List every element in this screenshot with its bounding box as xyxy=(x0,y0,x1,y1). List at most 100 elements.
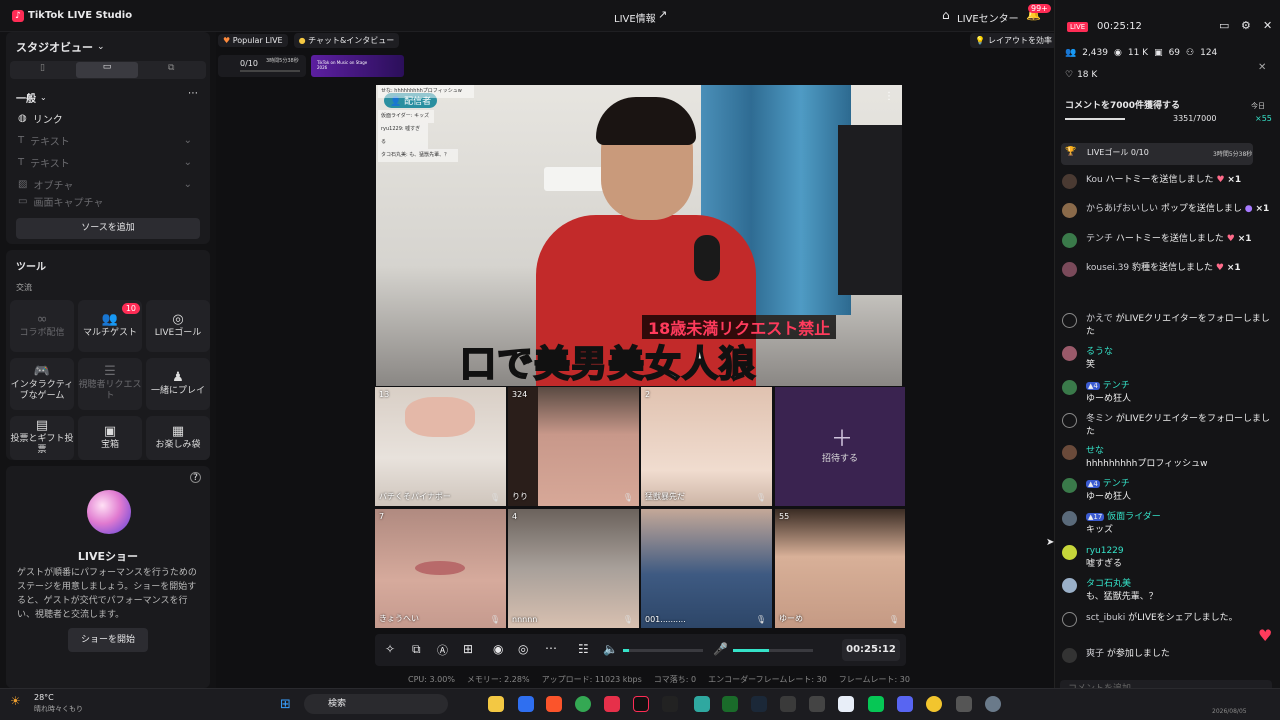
mic-muted-icon[interactable]: 🎙 xyxy=(889,615,899,624)
guest-cell[interactable]: 7 きょうへい 🎙 xyxy=(375,509,506,628)
live-center-link[interactable]: LIVEセンター xyxy=(957,10,1019,25)
home-icon[interactable]: ⌂ xyxy=(942,8,950,22)
app-icon[interactable] xyxy=(694,696,710,712)
split-view-icon[interactable]: ⧉ xyxy=(168,63,174,73)
host-more-icon[interactable]: ⋮ xyxy=(884,91,894,102)
mic-muted-icon[interactable]: 🎙 xyxy=(756,615,766,624)
music-banner[interactable]: TikTok on Music on Stage 2026 xyxy=(311,55,404,77)
poll-tile[interactable]: ▤ 投票とギフト投票 xyxy=(10,416,74,460)
chevron-down-icon[interactable]: ⌄ xyxy=(184,179,192,190)
mic-muted-icon[interactable]: 🎙 xyxy=(490,493,500,502)
record-icon[interactable]: ◉ xyxy=(493,642,503,656)
capture-icon[interactable]: ◎ xyxy=(518,642,528,656)
app-icon[interactable] xyxy=(518,696,534,712)
add-source-button[interactable]: ソースを追加 xyxy=(16,218,200,239)
control-bar: ✧ ⧉ Ⓐ ⊞ ◉ ◎ ⋯ ☷ 🔈 🎤 00:25:12 xyxy=(375,634,906,666)
chevron-down-icon[interactable]: ⌄ xyxy=(97,42,105,52)
brave-icon[interactable] xyxy=(546,696,562,712)
chevron-down-icon[interactable]: ⌄ xyxy=(40,93,47,102)
mic-muted-icon[interactable]: 🎙 xyxy=(490,615,500,624)
app-icon[interactable] xyxy=(722,696,738,712)
play-together-tile[interactable]: ♟ 一緒にプレイ xyxy=(146,358,210,410)
taskbar-search[interactable]: 検索 xyxy=(304,694,448,714)
line-icon[interactable] xyxy=(868,696,884,712)
mixer-icon[interactable]: ☷ xyxy=(578,642,589,656)
ai-icon[interactable]: Ⓐ xyxy=(437,642,448,658)
guest-cell[interactable]: 001.......... 🎙 xyxy=(641,509,772,628)
steam-icon[interactable] xyxy=(751,696,767,712)
source-item[interactable]: T テキスト ⌄ xyxy=(14,129,204,151)
app-icon[interactable] xyxy=(956,696,972,712)
mic-muted-icon[interactable]: 🎙 xyxy=(623,615,633,624)
portrait-view-icon[interactable]: ▯ xyxy=(40,63,45,73)
source-item[interactable]: ▨ オブチャ ⌄ xyxy=(14,173,204,195)
tiktok-icon[interactable] xyxy=(633,696,649,712)
source-item[interactable]: ▭ 画面キャプチャ xyxy=(14,195,204,208)
screen-icon[interactable]: ▭ xyxy=(1219,19,1229,32)
avatar xyxy=(1062,578,1077,593)
discord-icon[interactable] xyxy=(897,696,913,712)
app-icon[interactable] xyxy=(662,696,678,712)
treasure-tile[interactable]: ▣ 宝箱 xyxy=(78,416,142,460)
chevron-down-icon[interactable]: ⌄ xyxy=(184,135,192,146)
tab-chat-interview[interactable]: ● チャット&インタビュー xyxy=(293,33,400,48)
mic-muted-icon[interactable]: 🎙 xyxy=(623,493,633,502)
viewer-request-tile[interactable]: ☰ 視聴者リクエスト xyxy=(78,358,142,410)
gift-icon: ♥ xyxy=(1226,234,1235,244)
live-goal-card[interactable]: 🏆 LIVEゴール 0/10 3時間5分38秒 xyxy=(1061,143,1253,165)
upload-stat: アップロード: 11023 kbps xyxy=(541,675,642,684)
app-icon[interactable] xyxy=(780,696,796,712)
guest-name: バチくそパイナポー xyxy=(379,492,451,501)
gift-icon: ♥ xyxy=(1216,175,1225,185)
mic-volume-slider[interactable] xyxy=(733,649,813,652)
settings-gear-icon[interactable] xyxy=(985,696,1001,712)
share-icon xyxy=(1062,612,1077,627)
layout-hint[interactable]: 💡 レイアウトを効率 xyxy=(970,33,1057,48)
guest-cell[interactable]: 2 猛獣暴先だ 🎙 xyxy=(641,387,772,506)
app-icon[interactable] xyxy=(809,696,825,712)
speaker-volume-slider[interactable] xyxy=(623,649,703,652)
live-goal-tile[interactable]: ◎ LIVEゴール xyxy=(146,300,210,352)
chevron-down-icon[interactable]: ⌄ xyxy=(184,157,192,168)
mic-icon[interactable]: 🎤 xyxy=(713,642,728,656)
close-icon[interactable]: ✕ xyxy=(1263,19,1272,32)
app-icon[interactable] xyxy=(838,696,854,712)
share-icon[interactable]: ↗ xyxy=(658,8,667,21)
overlay-icon[interactable]: ⧉ xyxy=(412,642,421,657)
windows-start-icon[interactable]: ⊞ xyxy=(280,697,291,712)
source-list: ◍ リンク T テキスト ⌄ T テキスト ⌄ ▨ オブチャ ⌄ ▭ 画面キャプチャ xyxy=(14,107,204,208)
effects-icon[interactable]: ✧ xyxy=(385,642,395,656)
source-item[interactable]: ◍ リンク xyxy=(14,107,204,129)
source-item[interactable]: T テキスト ⌄ xyxy=(14,151,204,173)
guest-cell[interactable]: 13 バチくそパイナポー 🎙 xyxy=(375,387,506,506)
app-icon[interactable] xyxy=(926,696,942,712)
goal-progress-value: 0/10 xyxy=(240,59,258,68)
guest-cell[interactable]: 324 りり 🎙 xyxy=(508,387,639,506)
tab-popular-live[interactable]: ♥ Popular LIVE xyxy=(218,34,288,47)
collab-tile[interactable]: ∞ コラボ配信 xyxy=(10,300,74,352)
weather-icon: ☀ xyxy=(10,694,21,708)
heart-icon[interactable]: ♥ xyxy=(1258,626,1272,645)
guest-cell[interactable]: 55 ゆーめ 🎙 xyxy=(775,509,905,628)
speaker-icon[interactable]: 🔈 xyxy=(603,642,618,656)
help-icon[interactable]: ? xyxy=(190,472,201,483)
guest-viewer-count: 324 xyxy=(512,390,528,399)
surprise-bag-tile[interactable]: ▦ お楽しみ袋 xyxy=(146,416,210,460)
landscape-view-button[interactable]: ▭ xyxy=(76,62,138,78)
trophy-icon: 🏆 xyxy=(1065,147,1077,157)
app-icon[interactable] xyxy=(604,696,620,712)
settings-gear-icon[interactable]: ⚙ xyxy=(1241,19,1251,32)
guest-cell[interactable]: 4 nnnnn 🎙 xyxy=(508,509,639,628)
add-scene-icon[interactable]: ⊞ xyxy=(463,642,473,656)
start-show-button[interactable]: ショーを開始 xyxy=(68,628,148,652)
live-info-title[interactable]: LIVE情報 xyxy=(614,10,656,25)
more-icon[interactable]: ⋯ xyxy=(188,88,198,99)
multiguest-tile[interactable]: 👥 マルチゲスト 10 xyxy=(78,300,142,352)
file-explorer-icon[interactable] xyxy=(488,696,504,712)
invite-cell[interactable]: ＋ 招待する xyxy=(775,387,905,506)
more-icon[interactable]: ⋯ xyxy=(545,641,557,655)
interactive-game-tile[interactable]: 🎮 インタラクティブなゲーム xyxy=(10,358,74,410)
mic-muted-icon[interactable]: 🎙 xyxy=(756,493,766,502)
chrome-icon[interactable] xyxy=(575,696,591,712)
close-icon[interactable]: ✕ xyxy=(1258,62,1266,73)
